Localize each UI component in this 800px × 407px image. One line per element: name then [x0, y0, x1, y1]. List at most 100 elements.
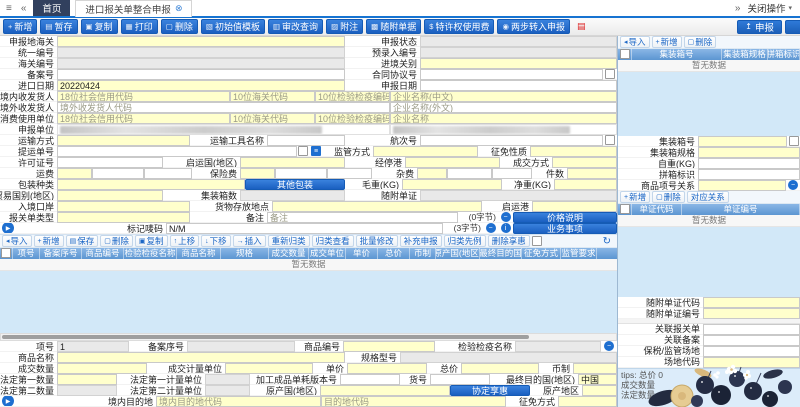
declaration-type-input[interactable] — [57, 212, 190, 223]
misc-rate-input[interactable] — [447, 168, 492, 179]
price-description-button[interactable]: 价格说明 — [513, 212, 617, 223]
doc-delete-button[interactable]: ▢删除 — [652, 191, 685, 203]
goods-delete-button[interactable]: ▢删除 — [100, 235, 133, 247]
misc-mark-input[interactable] — [417, 168, 447, 179]
detail-currency-input[interactable] — [573, 363, 617, 374]
site-code-input[interactable] — [703, 357, 800, 368]
related-record-input[interactable] — [703, 335, 800, 346]
goods-delete-benefit-button[interactable]: 删除享惠 — [488, 235, 530, 247]
goods-move-up-button[interactable]: ↑上移 — [170, 235, 200, 247]
tab-import-declaration[interactable]: 进口报关单整合申报 ⊗ — [75, 0, 192, 17]
item-relation-collapse-icon[interactable]: − — [788, 180, 798, 190]
scrollbar-thumb[interactable] — [2, 335, 529, 339]
consumer-unit-ciq-code-input[interactable]: 10位检验检疫编码 — [315, 113, 390, 124]
voyage-number-input[interactable] — [420, 135, 603, 146]
goods-import-button[interactable]: ◂导入 — [2, 235, 32, 247]
detail-origin-region-input[interactable] — [582, 385, 617, 396]
transport-name-input[interactable] — [267, 135, 345, 146]
delete-button[interactable]: ▢删除 — [161, 19, 198, 34]
attached-documents-button[interactable]: ▩随附单据 — [366, 19, 421, 34]
transit-port-input[interactable] — [405, 157, 500, 168]
goods-new-button[interactable]: +新增 — [34, 235, 64, 247]
net-weight-input[interactable] — [554, 179, 617, 190]
detail-exemption-method-input[interactable] — [558, 396, 617, 407]
remarks-collapse-icon[interactable]: − — [501, 212, 511, 222]
other-package-button[interactable]: 其他包装 — [245, 179, 345, 190]
detail-expand-icon[interactable]: ▶ — [2, 396, 14, 407]
two-step-declare-button[interactable]: ◉两步转入申报 — [497, 19, 570, 34]
new-button[interactable]: +新增 — [3, 19, 37, 34]
departure-port-input[interactable] — [532, 201, 617, 212]
voyage-checkbox[interactable] — [605, 135, 615, 145]
transaction-mode-input[interactable] — [552, 157, 617, 168]
goods-option-checkbox[interactable] — [532, 236, 542, 246]
agreement-benefit-button[interactable]: 协定享惠 — [450, 385, 530, 396]
detail-origin-country-input[interactable] — [320, 385, 450, 396]
domestic-consignee-name-input[interactable]: 企业名称(中文) — [390, 91, 617, 102]
detail-commodity-code-input[interactable] — [343, 341, 435, 352]
detail-unit-input[interactable] — [225, 363, 313, 374]
container-checkbox[interactable] — [789, 136, 799, 146]
exemption-nature-input[interactable] — [530, 146, 617, 157]
detail-unit-price-input[interactable] — [347, 363, 427, 374]
select-all-checkbox[interactable] — [620, 204, 630, 214]
goods-class-view-button[interactable]: 归类查看 — [312, 235, 354, 247]
menu-icon[interactable]: ≡ — [4, 3, 14, 14]
domestic-consignee-customs-code-input[interactable]: 10位海关代码 — [230, 91, 315, 102]
horizontal-scrollbar[interactable] — [0, 333, 617, 341]
record-number-input[interactable] — [57, 69, 345, 80]
consumer-unit-uscc-input[interactable]: 18位社会信用代码 — [57, 113, 230, 124]
license-number-input[interactable] — [57, 157, 163, 168]
insurance-rate-input[interactable] — [275, 168, 327, 179]
contract-checkbox[interactable] — [605, 69, 615, 79]
storage-location-input[interactable] — [272, 201, 482, 212]
container-new-button[interactable]: +新增 — [652, 36, 682, 48]
consumer-unit-name-input[interactable]: 企业名称 — [390, 113, 617, 124]
domestic-destination-input[interactable]: 境内目的地代码 — [156, 396, 321, 407]
entry-customs-input[interactable] — [420, 58, 617, 69]
print-button[interactable]: ▦打印 — [121, 19, 158, 34]
overseas-consignee-name-input[interactable]: 企业名称(外文) — [390, 102, 617, 113]
manifest-lookup-icon[interactable]: ≡ — [311, 146, 321, 156]
collapse-tabs-icon[interactable]: « — [19, 3, 29, 14]
copy-button[interactable]: ▣复制 — [81, 19, 118, 34]
goods-reclassify-button[interactable]: 重新归类 — [268, 235, 310, 247]
goods-insert-button[interactable]: →插入 — [233, 235, 266, 247]
remarks-input[interactable]: 备注 — [267, 212, 458, 223]
freight-rate-input[interactable] — [92, 168, 144, 179]
select-all-checkbox[interactable] — [1, 248, 11, 258]
related-declaration-input[interactable] — [703, 324, 800, 335]
decl-customs-input[interactable] — [57, 36, 345, 47]
expand-tabs-icon[interactable]: » — [733, 3, 743, 14]
insurance-mark-input[interactable] — [240, 168, 275, 179]
goods-precedent-button[interactable]: 归类先例 — [444, 235, 486, 247]
bill-number-input[interactable] — [57, 146, 297, 157]
init-template-button[interactable]: ▧初始值模板 — [201, 19, 265, 34]
trade-country-input[interactable] — [57, 190, 163, 201]
container-spec-input[interactable] — [698, 147, 800, 158]
detail-final-dest-input[interactable]: 中国 — [578, 374, 617, 385]
doc-new-button[interactable]: +新增 — [620, 191, 650, 203]
import-date-input[interactable]: 20220424 — [57, 80, 345, 91]
lcl-flag-input[interactable] — [698, 169, 800, 180]
detail-total-price-input[interactable] — [461, 363, 539, 374]
marks-numbers-input[interactable]: N/M — [166, 223, 443, 234]
close-tab-icon[interactable]: ⊗ — [175, 3, 183, 14]
royalty-fee-button[interactable]: $特许权使用费 — [424, 19, 494, 34]
goods-supplement-button[interactable]: 补充申报 — [400, 235, 442, 247]
goods-move-down-button[interactable]: ↓下移 — [201, 235, 231, 247]
container-weight-input[interactable] — [698, 158, 800, 169]
package-type-input[interactable] — [57, 179, 245, 190]
marks-collapse-icon[interactable]: − — [486, 223, 496, 233]
insurance-currency-input[interactable] — [327, 168, 372, 179]
freight-mark-input[interactable] — [57, 168, 92, 179]
detail-commodity-name-input[interactable] — [57, 352, 345, 363]
expand-section-icon[interactable]: ▶ — [2, 223, 14, 234]
declare-date-field[interactable] — [420, 80, 617, 91]
select-all-checkbox[interactable] — [620, 49, 630, 59]
notes-button[interactable]: ▨附注 — [326, 19, 363, 34]
container-number-input[interactable] — [698, 136, 787, 147]
refresh-icon[interactable]: ↻ — [599, 236, 615, 247]
attached-doc-number-input[interactable] — [703, 308, 800, 319]
detail-collapse-icon[interactable]: − — [604, 341, 614, 351]
